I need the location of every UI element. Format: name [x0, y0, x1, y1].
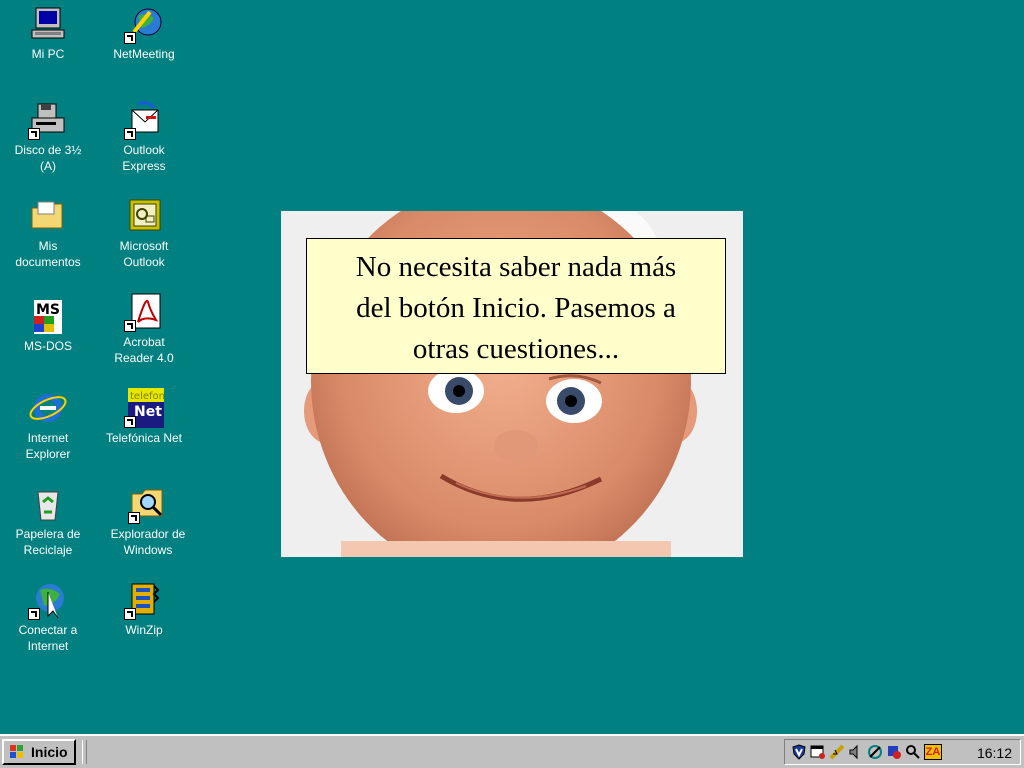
desktop-icon-disco-a[interactable]: Disco de 3½ (A)	[0, 100, 96, 174]
folder-icon	[28, 196, 68, 236]
windows-explorer-icon	[128, 484, 168, 524]
desktop-icon-label: Mi PC	[31, 47, 65, 61]
desktop-icon-label: WinZip	[125, 623, 163, 637]
speaker-icon[interactable]	[848, 744, 864, 760]
taskbar: Inicio ZA 16:12	[0, 734, 1024, 768]
desktop-icon-microsoft-outlook[interactable]: Microsoft Outlook	[96, 196, 192, 270]
desktop-icon-mi-pc[interactable]: Mi PC	[0, 4, 96, 62]
caption-line: otras cuestiones...	[412, 333, 620, 365]
outlook-icon	[124, 196, 164, 236]
desktop-icon-mis-documentos[interactable]: Mis documentos	[0, 196, 96, 270]
desktop-icon-label: Conectar a Internet	[18, 623, 78, 653]
connect-internet-icon	[28, 580, 68, 620]
shortcut-arrow-icon	[124, 128, 136, 140]
caption-line: del botón Inicio. Pasemos a	[356, 292, 676, 324]
ms-dos-icon-text: MS	[36, 302, 60, 318]
desktop-icon-outlook-express[interactable]: Outlook Express	[96, 100, 192, 174]
desktop-icon-acrobat-reader[interactable]: Acrobat Reader 4.0	[96, 292, 192, 366]
computer-icon	[28, 4, 68, 44]
acrobat-icon	[124, 292, 164, 332]
ms-dos-icon: MS	[28, 296, 68, 336]
desktop-icon-telefonica-net[interactable]: telefon Net Telefónica Net	[96, 388, 192, 446]
desktop-icon-label: Explorador de Windows	[110, 527, 186, 557]
shield-icon[interactable]	[791, 744, 807, 760]
telefonica-net-icon: telefon Net	[124, 388, 165, 428]
shortcut-arrow-icon	[124, 416, 136, 428]
desktop-icon-label: Telefónica Net	[105, 431, 183, 445]
zonealarm-icon[interactable]: ZA	[924, 744, 942, 760]
caption-box: No necesita saber nada más del botón Ini…	[306, 238, 726, 374]
network-icon[interactable]	[829, 744, 845, 760]
caption-line: No necesita saber nada más	[355, 251, 677, 283]
desktop-icon-label: Outlook Express	[122, 143, 166, 173]
connection-icon[interactable]	[867, 744, 883, 760]
desktop-icon-papelera[interactable]: Papelera de Reciclaje	[0, 484, 96, 558]
desktop-icon-label: MS-DOS	[24, 339, 72, 353]
floppy-drive-icon	[28, 100, 68, 140]
desktop-icon-label: NetMeeting	[113, 47, 175, 61]
desktop-icon-ms-dos[interactable]: MS MS-DOS	[0, 296, 96, 354]
clock[interactable]: 16:12	[977, 744, 1012, 762]
desktop-icon-label: Papelera de Reciclaje	[15, 527, 81, 557]
desktop-icon-label: Disco de 3½ (A)	[14, 143, 82, 173]
outlook-express-icon	[124, 100, 164, 140]
desktop-icon-label: Acrobat Reader 4.0	[114, 335, 174, 365]
netmeeting-icon	[124, 4, 164, 44]
shortcut-arrow-icon	[124, 608, 136, 620]
recycle-bin-icon	[28, 484, 68, 524]
internet-explorer-icon	[28, 388, 68, 428]
desktop-icon-netmeeting[interactable]: NetMeeting	[96, 4, 192, 62]
windows-logo-icon	[10, 745, 23, 758]
desktop-icon-label: Mis documentos	[15, 239, 81, 269]
desktop-icon-internet-explorer[interactable]: Internet Explorer	[0, 388, 96, 462]
system-tray: ZA 16:12	[784, 739, 1021, 765]
calendar-icon[interactable]	[810, 744, 826, 760]
shortcut-arrow-icon	[128, 512, 140, 524]
telefonica-icon-text-bottom: Net	[134, 404, 162, 420]
start-button[interactable]: Inicio	[2, 739, 76, 765]
search-icon[interactable]	[905, 744, 921, 760]
shortcut-arrow-icon	[124, 320, 136, 332]
desktop-icon-conectar-internet[interactable]: Conectar a Internet	[0, 580, 96, 654]
taskbar-grip[interactable]	[82, 740, 87, 764]
desktop-icon-winzip[interactable]: WinZip	[96, 580, 192, 638]
telefonica-icon-text-top: telefon	[130, 391, 164, 402]
start-label: Inicio	[31, 744, 68, 760]
shortcut-arrow-icon	[28, 608, 40, 620]
winzip-icon	[124, 580, 164, 620]
security-icon[interactable]	[886, 744, 902, 760]
desktop-icon-label: Microsoft Outlook	[119, 239, 169, 269]
desktop-icon-explorador[interactable]: Explorador de Windows	[100, 484, 196, 558]
desktop-icon-label: Internet Explorer	[25, 431, 71, 461]
shortcut-arrow-icon	[124, 32, 136, 44]
shortcut-arrow-icon	[28, 128, 40, 140]
